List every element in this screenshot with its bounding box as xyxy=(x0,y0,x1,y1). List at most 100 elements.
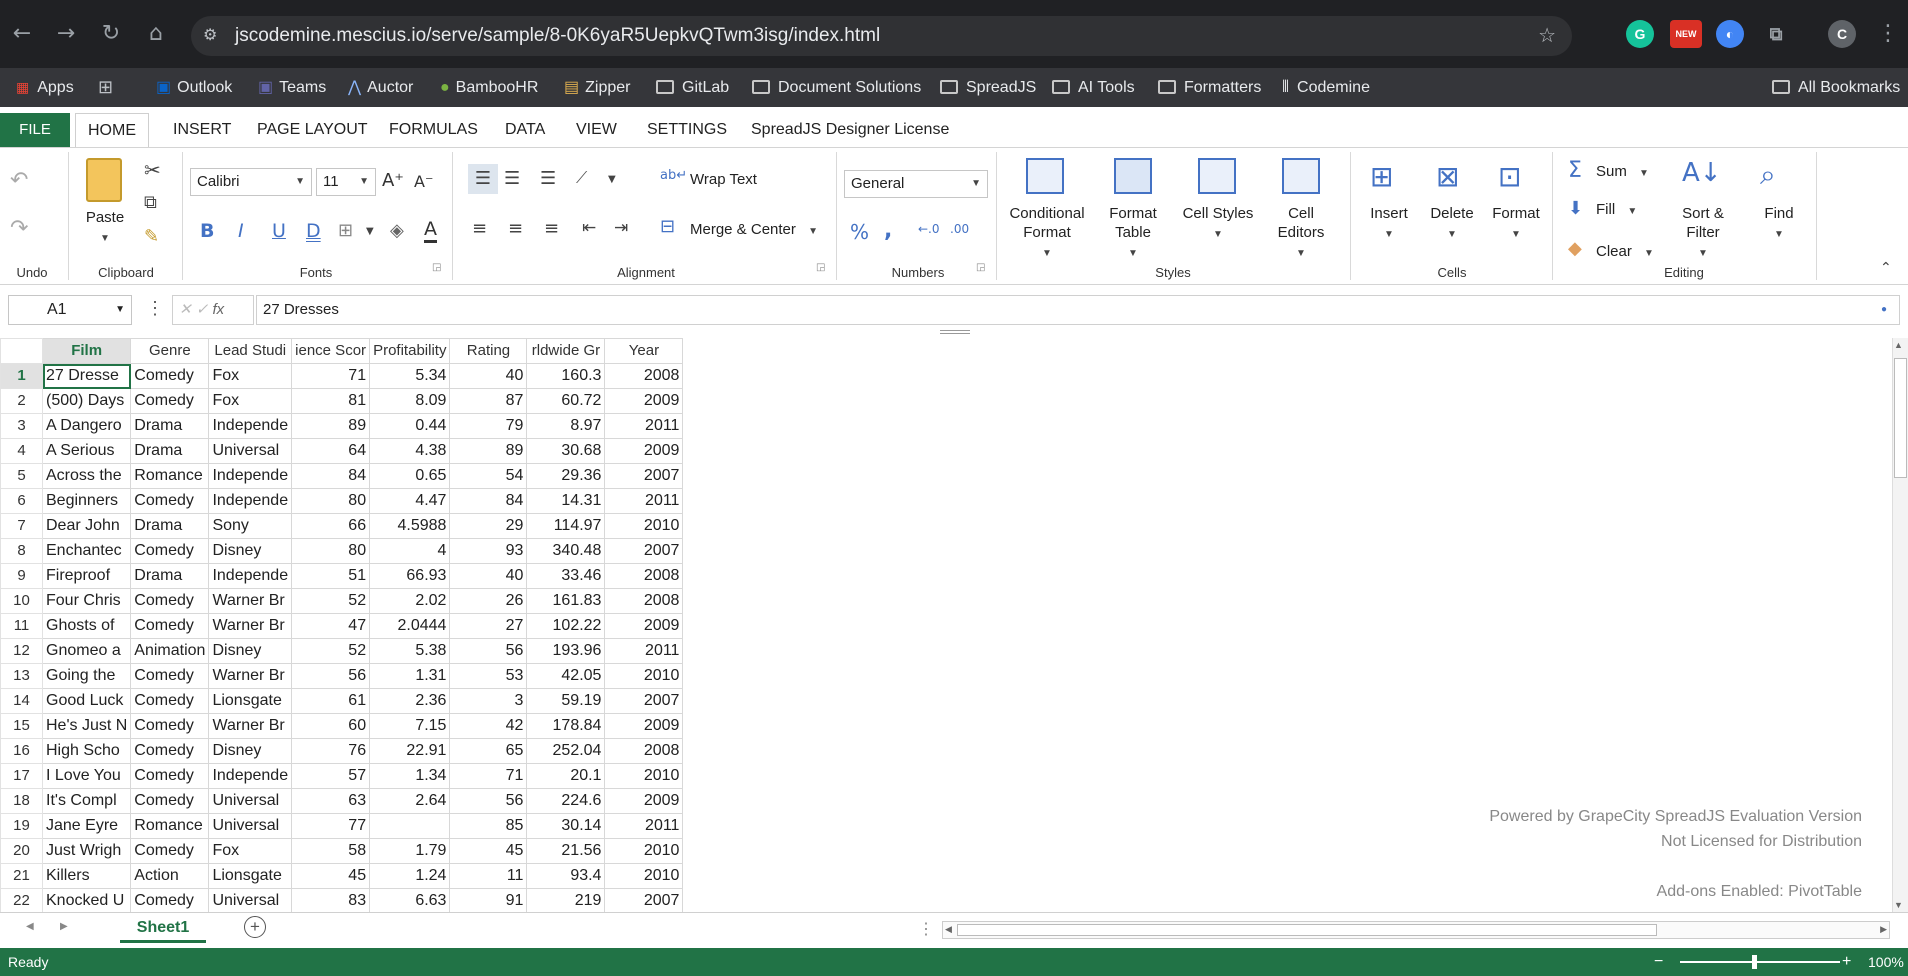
insert-cells-button[interactable]: Insert ▼ xyxy=(1364,204,1414,244)
scroll-left-icon[interactable]: ◀ xyxy=(945,924,952,935)
row-header[interactable]: 14 xyxy=(0,688,43,714)
table-cell[interactable]: 2009 xyxy=(604,788,684,814)
address-bar[interactable]: ⚙ jscodemine.mescius.io/serve/sample/8-0… xyxy=(191,16,1572,56)
row-header[interactable]: 17 xyxy=(0,763,43,789)
table-cell[interactable]: 2.64 xyxy=(369,788,451,814)
table-cell[interactable]: Universal xyxy=(208,813,293,839)
table-cell[interactable]: 59.19 xyxy=(526,688,606,714)
table-cell[interactable]: He's Just N xyxy=(41,713,132,739)
back-icon[interactable]: ← xyxy=(8,20,36,48)
table-cell[interactable]: Fox xyxy=(208,363,293,389)
scroll-down-icon[interactable]: ▼ xyxy=(1894,900,1903,910)
table-cell[interactable]: 60 xyxy=(291,713,371,739)
color-extension-icon[interactable]: ◐ xyxy=(1716,20,1744,48)
table-cell[interactable]: 8.97 xyxy=(526,413,606,439)
table-cell[interactable]: Comedy xyxy=(130,363,210,389)
table-cell[interactable]: 79 xyxy=(449,413,528,439)
table-cell[interactable]: Universal xyxy=(208,788,293,814)
fill-button[interactable]: Fill ▼ xyxy=(1596,200,1637,221)
table-cell[interactable]: Gnomeo a xyxy=(41,638,132,664)
collapse-ribbon-icon[interactable]: ⌃ xyxy=(1880,260,1892,276)
double-underline-icon[interactable]: D xyxy=(306,220,321,242)
table-cell[interactable]: 63 xyxy=(291,788,371,814)
table-cell[interactable]: 2010 xyxy=(604,513,684,539)
table-cell[interactable]: Romance xyxy=(130,813,210,839)
table-cell[interactable]: 66 xyxy=(291,513,371,539)
table-cell[interactable]: 93 xyxy=(449,538,528,564)
bookmark-star-icon[interactable]: ☆ xyxy=(1538,16,1556,56)
table-cell[interactable]: 7.15 xyxy=(369,713,451,739)
table-cell[interactable]: Comedy xyxy=(130,688,210,714)
table-cell[interactable]: 51 xyxy=(291,563,371,589)
table-cell[interactable]: 2.0444 xyxy=(369,613,451,639)
table-cell[interactable]: 30.14 xyxy=(526,813,606,839)
all-bookmarks[interactable]: All Bookmarks xyxy=(1772,68,1900,107)
table-cell[interactable]: 40 xyxy=(449,563,528,589)
italic-icon[interactable]: I xyxy=(238,220,244,242)
table-cell[interactable]: 22.91 xyxy=(369,738,451,764)
table-cell[interactable]: Independe xyxy=(208,763,293,789)
confirm-icon[interactable]: ✓ xyxy=(196,301,209,318)
table-cell[interactable]: Action xyxy=(130,863,210,889)
table-cell[interactable]: 2007 xyxy=(604,888,684,912)
table-cell[interactable]: Disney xyxy=(208,638,293,664)
table-cell[interactable]: Comedy xyxy=(130,788,210,814)
decrease-font-icon[interactable]: A⁻ xyxy=(414,172,433,191)
prev-sheet-icon[interactable]: ◀ xyxy=(26,921,34,932)
chevron-down-icon[interactable]: ▼ xyxy=(608,174,616,185)
table-cell[interactable]: 11 xyxy=(449,863,528,889)
row-header[interactable]: 1 xyxy=(0,363,43,389)
table-cell[interactable]: 2010 xyxy=(604,838,684,864)
increase-indent-icon[interactable]: ⇥ xyxy=(614,218,628,238)
table-cell[interactable]: 77 xyxy=(291,813,371,839)
redo-icon[interactable]: ↷ xyxy=(10,216,28,241)
table-cell[interactable] xyxy=(369,813,451,839)
row-header[interactable]: 2 xyxy=(0,388,43,414)
wrap-text-button[interactable]: Wrap Text xyxy=(690,170,757,189)
cell-editors-button[interactable]: Cell Editors ▼ xyxy=(1272,204,1330,263)
zoom-level[interactable]: 100% xyxy=(1868,948,1904,976)
comma-style-icon[interactable]: , xyxy=(884,218,892,243)
table-cell[interactable]: 33.46 xyxy=(526,563,606,589)
table-cell[interactable]: 60.72 xyxy=(526,388,606,414)
table-cell[interactable]: 66.93 xyxy=(369,563,451,589)
table-cell[interactable]: 2011 xyxy=(604,488,684,514)
table-cell[interactable]: Comedy xyxy=(130,763,210,789)
table-cell[interactable]: Fox xyxy=(208,838,293,864)
bookmark-codemine[interactable]: ⦀ Codemine xyxy=(1282,68,1370,107)
extensions-puzzle-icon[interactable]: ⧉ xyxy=(1762,20,1790,48)
table-cell[interactable]: 29.36 xyxy=(526,463,606,489)
table-cell[interactable]: (500) Days xyxy=(41,388,132,414)
table-cell[interactable]: Universal xyxy=(208,888,293,912)
table-cell[interactable]: 85 xyxy=(449,813,528,839)
row-header[interactable]: 13 xyxy=(0,663,43,689)
row-header[interactable]: 20 xyxy=(0,838,43,864)
table-cell[interactable]: 30.68 xyxy=(526,438,606,464)
align-bottom-icon[interactable]: ☰ xyxy=(540,168,556,189)
table-cell[interactable]: 81 xyxy=(291,388,371,414)
table-cell[interactable]: 160.3 xyxy=(526,363,606,389)
table-cell[interactable]: 47 xyxy=(291,613,371,639)
sort-filter-button[interactable]: Sort & Filter ▼ xyxy=(1670,204,1736,263)
table-cell[interactable]: Comedy xyxy=(130,588,210,614)
table-cell[interactable]: Drama xyxy=(130,438,210,464)
table-cell[interactable]: Across the xyxy=(41,463,132,489)
new-badge-extension-icon[interactable]: NEW xyxy=(1670,20,1702,48)
table-cell[interactable]: 57 xyxy=(291,763,371,789)
table-cell[interactable]: 2010 xyxy=(604,763,684,789)
table-cell[interactable]: 42 xyxy=(449,713,528,739)
table-cell[interactable]: Warner Br xyxy=(208,663,293,689)
table-cell[interactable]: Drama xyxy=(130,413,210,439)
clear-button[interactable]: Clear ▼ xyxy=(1596,242,1654,263)
header-cell[interactable]: Rating xyxy=(449,338,528,364)
next-sheet-icon[interactable]: ▶ xyxy=(60,921,68,932)
row-header[interactable]: 3 xyxy=(0,413,43,439)
percent-icon[interactable]: % xyxy=(850,220,869,244)
table-cell[interactable]: 2.02 xyxy=(369,588,451,614)
tab-file[interactable]: FILE xyxy=(0,113,70,147)
bookmark-formatters[interactable]: Formatters xyxy=(1158,68,1261,107)
header-cell[interactable]: Year xyxy=(604,338,684,364)
table-cell[interactable]: Killers xyxy=(41,863,132,889)
table-cell[interactable]: Comedy xyxy=(130,488,210,514)
table-cell[interactable]: Independe xyxy=(208,488,293,514)
